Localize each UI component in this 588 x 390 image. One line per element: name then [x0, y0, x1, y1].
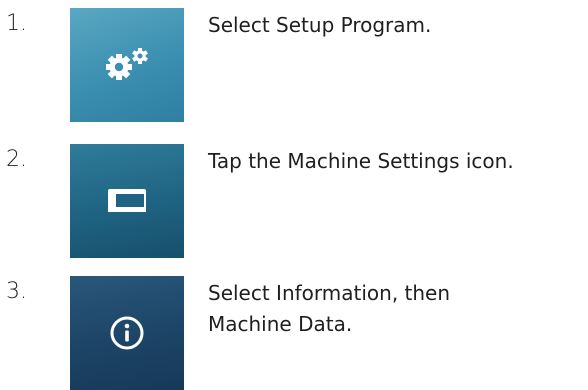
- info-icon: [109, 315, 145, 351]
- step-number: 2.: [6, 147, 27, 172]
- step-instruction: Select Information, then Machine Data.: [208, 278, 583, 340]
- step-instruction: Tap the Machine Settings icon.: [208, 146, 583, 177]
- step-number: 1.: [6, 11, 27, 36]
- instruction-line: Machine Data.: [208, 312, 353, 336]
- step-number: 3.: [6, 279, 27, 304]
- instruction-line: Select Setup Program.: [208, 13, 432, 37]
- gears-icon: [102, 47, 152, 83]
- instruction-line: Tap the Machine Settings icon.: [208, 149, 514, 173]
- sewing-machine-icon: [107, 188, 147, 214]
- information-tile[interactable]: [70, 276, 184, 390]
- instruction-line: Select Information, then: [208, 281, 451, 305]
- step-instruction: Select Setup Program.: [208, 10, 583, 41]
- machine-settings-tile[interactable]: [70, 144, 184, 258]
- setup-program-tile[interactable]: [70, 8, 184, 122]
